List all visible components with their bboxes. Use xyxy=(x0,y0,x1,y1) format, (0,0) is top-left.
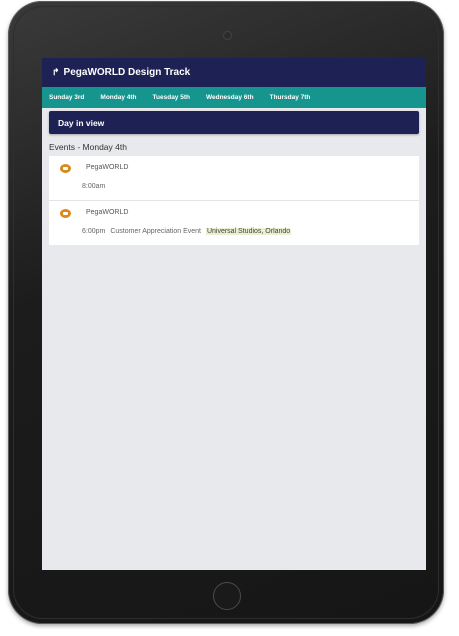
events-heading: Events - Monday 4th xyxy=(49,142,127,152)
event-category-icon xyxy=(60,209,71,218)
event-title: PegaWORLD xyxy=(86,209,129,216)
tab-thursday[interactable]: Thursday 7th xyxy=(270,94,311,101)
day-in-view-label: Day in view xyxy=(58,117,105,128)
event-details: 6:00pm Customer Appreciation Event Unive… xyxy=(82,228,294,235)
tab-tuesday[interactable]: Tuesday 5th xyxy=(153,94,190,101)
app-header: ↱ PegaWORLD Design Track xyxy=(42,58,426,87)
arrow-back-icon[interactable]: ↱ xyxy=(52,67,60,78)
home-button[interactable] xyxy=(213,582,241,610)
event-details: 8:00am xyxy=(82,183,108,190)
app-screen: ↱ PegaWORLD Design Track Sunday 3rd Mond… xyxy=(42,58,426,570)
event-location[interactable]: Universal Studios, Orlando xyxy=(205,228,292,235)
event-item[interactable]: PegaWORLD 6:00pm Customer Appreciation E… xyxy=(49,201,419,245)
day-tabs: Sunday 3rd Monday 4th Tuesday 5th Wednes… xyxy=(42,87,426,108)
event-time: 8:00am xyxy=(82,183,106,190)
event-name: Customer Appreciation Event xyxy=(110,228,201,235)
day-in-view-button[interactable]: Day in view xyxy=(49,111,419,134)
event-title: PegaWORLD xyxy=(86,164,129,171)
event-category-icon xyxy=(60,164,71,173)
tab-sunday[interactable]: Sunday 3rd xyxy=(49,94,84,101)
event-time: 6:00pm xyxy=(82,228,106,235)
tablet-frame: ↱ PegaWORLD Design Track Sunday 3rd Mond… xyxy=(8,1,444,624)
event-list: PegaWORLD 8:00am PegaWORLD 6:00pm Custom… xyxy=(49,156,419,245)
tab-monday[interactable]: Monday 4th xyxy=(100,94,136,101)
tab-wednesday[interactable]: Wednesday 6th xyxy=(206,94,254,101)
camera-icon xyxy=(223,31,232,40)
app-title: PegaWORLD Design Track xyxy=(63,67,191,78)
event-item[interactable]: PegaWORLD 8:00am xyxy=(49,156,419,201)
